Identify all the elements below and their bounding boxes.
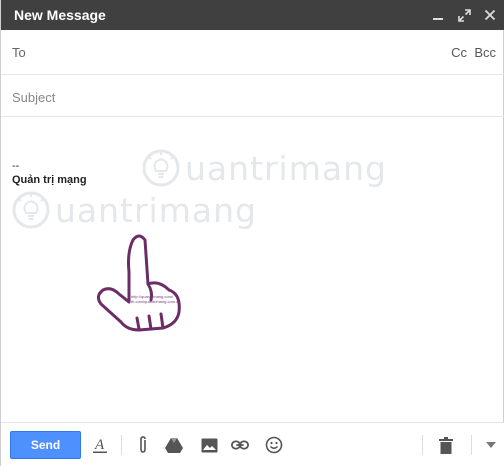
pointing-hand-icon [96,234,181,332]
watermark-logo: uantrimang [141,148,387,188]
to-label[interactable]: To [12,45,26,60]
cc-link[interactable]: Cc [451,45,467,60]
window-title: New Message [14,7,106,23]
close-icon[interactable] [483,8,497,22]
expand-icon[interactable] [457,8,471,22]
lightbulb-logo-icon [12,191,50,229]
subject-input[interactable] [12,87,482,107]
compose-toolbar: Send A [1,422,504,466]
lightbulb-logo-icon [142,149,180,187]
link-icon[interactable] [231,436,249,454]
svg-text:A: A [94,437,105,453]
formatting-icon[interactable]: A [91,436,109,454]
to-field[interactable]: To Cc Bcc [1,30,504,75]
toolbar-divider [422,435,423,455]
more-options-icon[interactable] [482,436,500,454]
drive-icon[interactable] [165,436,183,454]
minimize-icon[interactable] [431,8,445,22]
send-button[interactable]: Send [10,431,81,459]
watermark-logo-secondary: uantrimang [11,190,257,230]
hand-caption-line2: fb.com/quantrimang.com.vn [131,299,181,304]
subject-field [1,75,504,117]
toolbar-divider [121,435,122,455]
toolbar-divider [471,435,472,455]
compose-window: New Message To Cc Bcc Subject uantrimang… [0,0,504,466]
attach-icon[interactable] [134,436,152,454]
signature-separator: -- [12,160,20,172]
trash-icon[interactable] [437,436,455,454]
window-controls [431,0,497,30]
hand-caption: http://quantrimang.com/ fb.com/quantrima… [131,294,180,304]
bcc-link[interactable]: Bcc [474,45,496,60]
photo-icon[interactable] [200,436,218,454]
message-body[interactable]: uantrimang -- Quản trị mạng uantrimang h… [1,118,504,422]
emoji-icon[interactable] [265,436,283,454]
compose-titlebar[interactable]: New Message [1,0,504,30]
signature-name: Quản trị mạng [12,174,87,186]
